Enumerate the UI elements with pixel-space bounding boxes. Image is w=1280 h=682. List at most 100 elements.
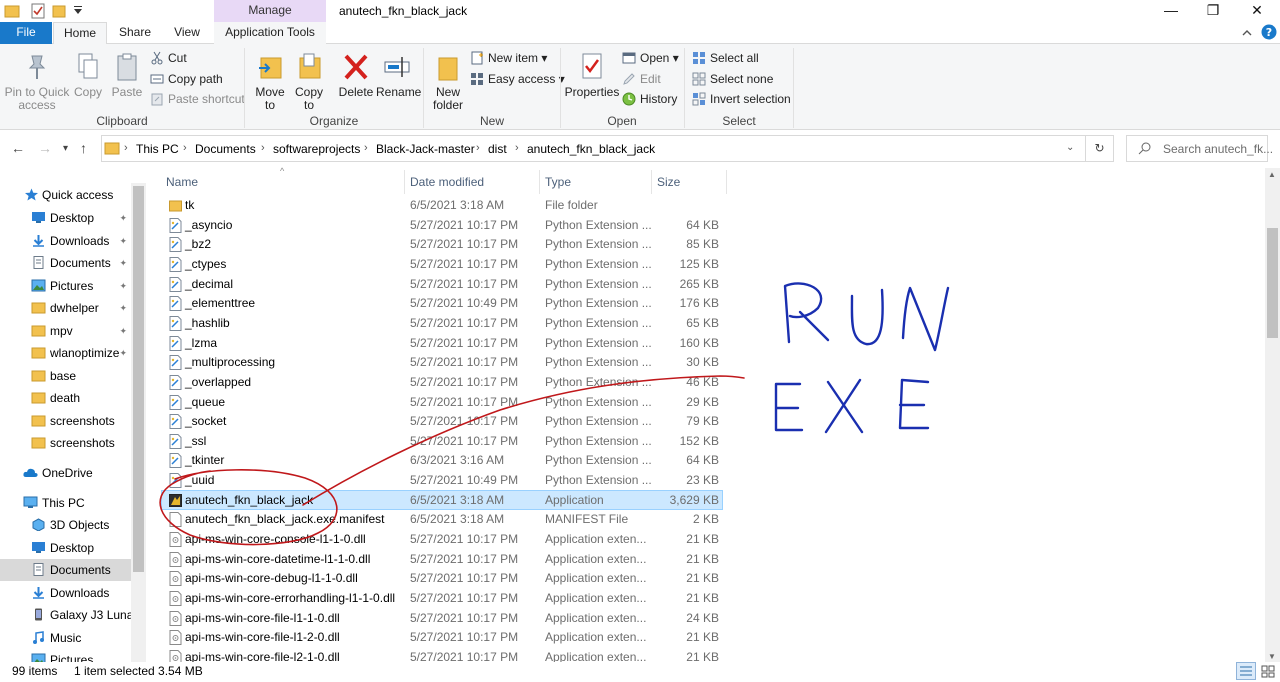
table-row[interactable]: _multiprocessing 5/27/2021 10:17 PM Python…: [161, 352, 723, 372]
scroll-up-arrow-icon[interactable]: ▲: [1268, 170, 1276, 179]
table-row[interactable]: _lzma 5/27/2021 10:17 PM Python Extension …: [161, 333, 723, 353]
table-row[interactable]: _bz2 5/27/2021 10:17 PM Python Extension .…: [161, 234, 723, 254]
table-row[interactable]: api-ms-win-core-errorhandling-l1-1-0.dll…: [161, 588, 723, 608]
paste-shortcut-button[interactable]: Paste shortcut: [150, 90, 245, 108]
back-arrow-icon[interactable]: ←: [11, 140, 25, 156]
nav-quick-access[interactable]: Quick access: [0, 184, 131, 206]
table-row[interactable]: tk 6/5/2021 3:18 AM File folder: [161, 195, 723, 215]
table-row[interactable]: _tkinter 6/3/2021 3:16 AM Python Extension…: [161, 450, 723, 470]
properties-qat-icon[interactable]: [30, 3, 46, 19]
column-divider[interactable]: [726, 170, 727, 194]
breadcrumb-this-pc[interactable]: This PC: [136, 142, 179, 156]
close-button[interactable]: ✕: [1234, 0, 1280, 22]
address-dropdown-chevron-icon[interactable]: ⌄: [1066, 142, 1074, 153]
copy-to-button[interactable]: Copy to: [292, 52, 326, 112]
table-row[interactable]: _queue 5/27/2021 10:17 PM Python Extension…: [161, 392, 723, 412]
tab-share[interactable]: Share: [108, 22, 162, 44]
table-row[interactable]: _overlapped 5/27/2021 10:17 PM Python Exte…: [161, 372, 723, 392]
breadcrumb-chevron-icon[interactable]: ›: [261, 142, 265, 154]
nav-quick-item[interactable]: screenshots: [0, 432, 131, 454]
delete-button[interactable]: Delete: [336, 52, 376, 99]
tab-view[interactable]: View: [162, 22, 212, 44]
breadcrumb-chevron-icon[interactable]: ›: [364, 142, 368, 154]
easy-access-button[interactable]: Easy access ▾: [470, 70, 565, 88]
new-folder-button[interactable]: New folder: [430, 52, 466, 112]
table-row[interactable]: _uuid 5/27/2021 10:49 PM Python Extension …: [161, 470, 723, 490]
table-row[interactable]: api-ms-win-core-file-l1-1-0.dll 5/27/2021…: [161, 608, 723, 628]
table-row[interactable]: _decimal 5/27/2021 10:17 PM Python Extensi…: [161, 274, 723, 294]
column-divider[interactable]: [651, 170, 652, 194]
nav-quick-item[interactable]: death: [0, 387, 131, 409]
pin-icon[interactable]: ✦: [119, 275, 127, 297]
copy-button[interactable]: Copy: [72, 52, 104, 99]
help-icon[interactable]: ?: [1261, 24, 1277, 40]
up-arrow-icon[interactable]: ↑: [80, 140, 87, 156]
column-header-type[interactable]: Type: [545, 175, 571, 189]
nav-quick-item[interactable]: Pictures ✦: [0, 275, 131, 297]
breadcrumb-current-folder[interactable]: anutech_fkn_black_jack: [527, 142, 655, 156]
pin-icon[interactable]: ✦: [119, 230, 127, 252]
nav-quick-item[interactable]: mpv ✦: [0, 320, 131, 342]
cut-button[interactable]: Cut: [150, 49, 187, 67]
table-row[interactable]: _ctypes 5/27/2021 10:17 PM Python Extensio…: [161, 254, 723, 274]
file-list-scroll-thumb[interactable]: [1267, 228, 1278, 338]
table-row[interactable]: _hashlib 5/27/2021 10:17 PM Python Extensi…: [161, 313, 723, 333]
nav-quick-item[interactable]: Desktop ✦: [0, 207, 131, 229]
scroll-down-arrow-icon[interactable]: ▼: [1268, 652, 1276, 661]
nav-quick-item[interactable]: dwhelper ✦: [0, 297, 131, 319]
new-folder-qat-icon[interactable]: [52, 3, 68, 19]
column-header-name[interactable]: Name: [166, 175, 198, 189]
table-row[interactable]: api-ms-win-core-console-l1-1-0.dll 5/27/2…: [161, 529, 723, 549]
column-header-date[interactable]: Date modified: [410, 175, 484, 189]
select-all-button[interactable]: Select all: [692, 49, 759, 67]
new-item-button[interactable]: New item ▾: [470, 49, 547, 67]
open-button[interactable]: Open ▾: [622, 49, 679, 67]
table-row[interactable]: api-ms-win-core-file-l1-2-0.dll 5/27/2021…: [161, 627, 723, 647]
maximize-button[interactable]: ❐: [1190, 0, 1236, 22]
refresh-button[interactable]: ↻: [1086, 135, 1114, 162]
recent-locations-chevron-icon[interactable]: ▾: [63, 143, 68, 154]
pin-icon[interactable]: ✦: [119, 342, 127, 364]
move-to-button[interactable]: Move to: [252, 52, 288, 112]
breadcrumb-softwareprojects[interactable]: softwareprojects: [273, 142, 360, 156]
table-row[interactable]: _ssl 5/27/2021 10:17 PM Python Extension .…: [161, 431, 723, 451]
paste-button[interactable]: Paste: [110, 52, 144, 99]
large-icons-view-button[interactable]: [1258, 662, 1278, 680]
tab-file[interactable]: File: [0, 22, 52, 44]
table-row[interactable]: _socket 5/27/2021 10:17 PM Python Extensio…: [161, 411, 723, 431]
breadcrumb-chevron-icon[interactable]: ›: [476, 142, 480, 154]
invert-selection-button[interactable]: Invert selection: [692, 90, 791, 108]
pin-icon[interactable]: ✦: [119, 297, 127, 319]
nav-quick-item[interactable]: base: [0, 365, 131, 387]
pin-to-quick-access-button[interactable]: Pin to Quick access: [4, 52, 70, 112]
nav-onedrive[interactable]: OneDrive: [0, 462, 131, 484]
breadcrumb-documents[interactable]: Documents: [195, 142, 256, 156]
nav-this-pc-item[interactable]: Documents: [0, 559, 131, 581]
rename-button[interactable]: Rename: [376, 52, 421, 99]
history-button[interactable]: History: [622, 90, 677, 108]
edit-button[interactable]: Edit: [622, 70, 661, 88]
select-none-button[interactable]: Select none: [692, 70, 773, 88]
collapse-ribbon-icon[interactable]: [1240, 26, 1254, 40]
nav-quick-item[interactable]: Documents ✦: [0, 252, 131, 274]
breadcrumb-dist[interactable]: dist: [488, 142, 507, 156]
nav-this-pc-item[interactable]: Music: [0, 627, 131, 649]
minimize-button[interactable]: —: [1148, 0, 1194, 22]
nav-quick-item[interactable]: Downloads ✦: [0, 230, 131, 252]
tab-home[interactable]: Home: [53, 22, 107, 45]
nav-this-pc-item[interactable]: Downloads: [0, 582, 131, 604]
tab-application-tools[interactable]: Application Tools: [214, 22, 326, 44]
column-header-size[interactable]: Size: [657, 175, 680, 189]
pin-icon[interactable]: ✦: [119, 320, 127, 342]
nav-this-pc-item[interactable]: Desktop: [0, 537, 131, 559]
table-row[interactable]: api-ms-win-core-debug-l1-1-0.dll 5/27/202…: [161, 568, 723, 588]
customize-qat-icon[interactable]: [70, 3, 86, 19]
navigation-pane-scroll-thumb[interactable]: [133, 186, 144, 572]
breadcrumb-chevron-icon[interactable]: ›: [183, 142, 187, 154]
table-row[interactable]: _elementtree 5/27/2021 10:49 PM Python Ext…: [161, 293, 723, 313]
column-divider[interactable]: [404, 170, 405, 194]
nav-quick-item[interactable]: screenshots: [0, 410, 131, 432]
table-row[interactable]: anutech_fkn_black_jack.exe.manifest 6/5/2…: [161, 509, 723, 529]
forward-arrow-icon[interactable]: →: [38, 140, 52, 156]
column-divider[interactable]: [539, 170, 540, 194]
